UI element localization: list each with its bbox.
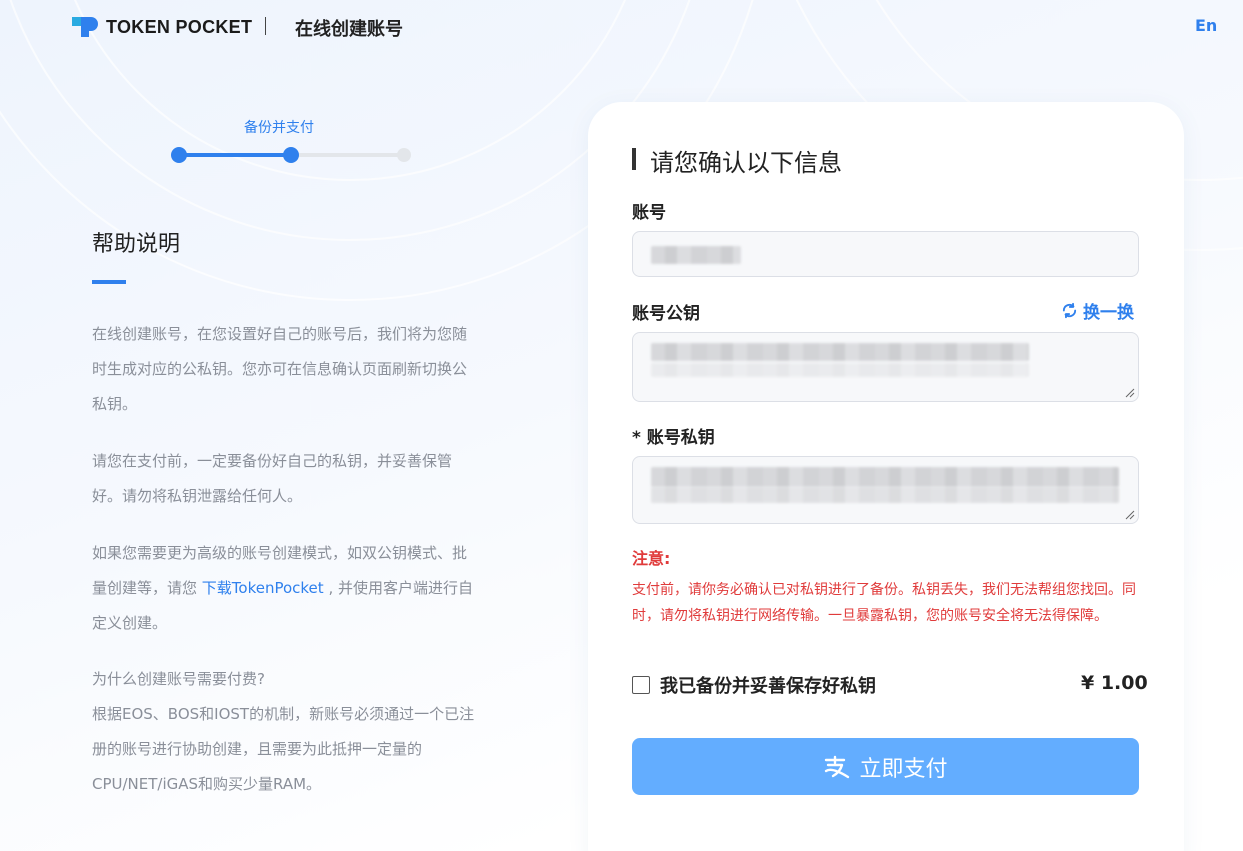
swap-label: 换一换 xyxy=(1083,303,1134,323)
help-answer: 根据EOS、BOS和IOST的机制，新账号必须通过一个已注册的账号进行协助创建，… xyxy=(92,705,475,793)
help-paragraph-4: 为什么创建账号需要付费? 根据EOS、BOS和IOST的机制，新账号必须通过一个已… xyxy=(92,662,476,802)
resize-grip-icon[interactable] xyxy=(1125,388,1135,398)
card-title-bar xyxy=(632,148,636,170)
account-field[interactable] xyxy=(632,231,1139,277)
card-title: 请您确认以下信息 xyxy=(650,149,842,177)
resize-grip-icon[interactable] xyxy=(1125,510,1135,520)
step-dot-2 xyxy=(283,147,299,163)
help-question: 为什么创建账号需要付费? xyxy=(92,670,265,688)
help-title-underline xyxy=(92,280,126,284)
help-paragraph-1: 在线创建账号，在您设置好自己的账号后，我们将为您随时生成对应的公私钥。您亦可在信… xyxy=(92,325,468,413)
help-paragraph-3: 如果您需要更为高级的账号创建模式，如双公钥模式、批量创建等，请您 下载Token… xyxy=(92,536,476,641)
public-key-label: 账号公钥 xyxy=(632,304,700,324)
page-title: 在线创建账号 xyxy=(295,19,403,40)
refresh-icon xyxy=(1062,302,1077,319)
notice-title: 注意: xyxy=(632,549,671,568)
backup-confirm-checkbox[interactable] xyxy=(632,676,650,694)
step-dot-1 xyxy=(171,147,187,163)
pay-now-label: 立即支付 xyxy=(859,756,948,782)
alipay-icon xyxy=(825,755,850,778)
backup-confirm-row[interactable]: 我已备份并妥善保存好私钥 xyxy=(632,672,876,698)
backup-confirm-label: 我已备份并妥善保存好私钥 xyxy=(660,676,876,697)
brand-logo[interactable]: TOKEN POCKET xyxy=(72,14,252,40)
private-key-field[interactable] xyxy=(632,456,1139,524)
private-key-label: * 账号私钥 xyxy=(632,428,715,448)
private-key-redacted-line-1 xyxy=(651,467,1119,487)
tokenpocket-logo-icon xyxy=(72,17,98,37)
step-label-current: 备份并支付 xyxy=(244,120,314,136)
public-key-field[interactable] xyxy=(632,332,1139,402)
private-key-redacted-line-2 xyxy=(651,487,1119,503)
public-key-redacted-line-1 xyxy=(651,343,1029,361)
account-label: 账号 xyxy=(632,203,666,223)
progress-fill xyxy=(178,153,291,157)
notice-text: 支付前，请你务必确认已对私钥进行了备份。私钥丢失，我们无法帮组您找回。同时，请勿… xyxy=(632,582,1136,624)
language-switch[interactable]: En xyxy=(1195,16,1217,35)
top-header: TOKEN POCKET 在线创建账号 En xyxy=(0,0,1243,52)
step-dot-3 xyxy=(397,148,411,162)
help-paragraph-2: 请您在支付前，一定要备份好自己的私钥，并妥善保管好。请勿将私钥泄露给任何人。 xyxy=(92,452,453,505)
account-value-redacted xyxy=(651,246,741,264)
download-tokenpocket-link[interactable]: 下载TokenPocket xyxy=(202,579,324,597)
price-amount: ¥ 1.00 xyxy=(1081,672,1148,694)
public-key-redacted-line-2 xyxy=(651,363,1029,377)
swap-keys-button[interactable]: 换一换 xyxy=(1061,298,1134,323)
logo-text: TOKEN POCKET xyxy=(106,16,253,37)
pay-now-button[interactable]: 立即支付 xyxy=(632,738,1139,795)
header-divider xyxy=(265,17,266,35)
help-title: 帮助说明 xyxy=(92,232,181,257)
